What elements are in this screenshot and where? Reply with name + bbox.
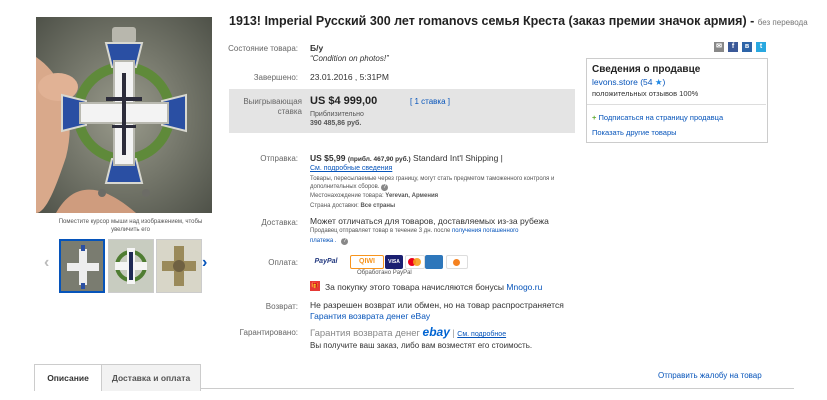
item-title: 1913! Imperial Русский 300 лет romanovs …	[229, 14, 755, 28]
returns-label: Возврат:	[265, 302, 298, 311]
subscribe-seller-row[interactable]: + Подписаться на страницу продавца	[592, 113, 723, 122]
subscribe-seller-link[interactable]: Подписаться на страницу продавца	[598, 113, 723, 122]
delivery-line2: Продавец отправляет товар в течение 3 дн…	[310, 228, 519, 234]
seller-info-heading: Сведения о продавце	[592, 64, 701, 75]
thumbnail-image	[157, 240, 201, 292]
tab-shipping-payment[interactable]: Доставка и оплата	[101, 364, 201, 391]
winning-bid-price: US $4 999,00	[310, 95, 378, 107]
ebay-guarantee-link[interactable]: Гарантия возврата денег eBay	[310, 311, 430, 321]
thumbnail-image	[109, 240, 153, 292]
winning-bid-label: Выигрывающая ставка	[230, 97, 302, 117]
paypal-logo: PayPal	[314, 258, 338, 265]
delivery-line3: платежа . ?	[310, 238, 349, 245]
location-value: Yerevan, Армения	[385, 193, 439, 199]
location-label: Местонахождение товара:	[310, 193, 384, 199]
star-icon: ★	[654, 77, 663, 87]
vk-share-icon[interactable]: в	[742, 42, 752, 52]
discover-logo	[446, 255, 468, 269]
seller-name-link[interactable]: levons.store	[592, 77, 638, 87]
ended-value: 23.01.2016 , 5:31PM	[310, 72, 389, 82]
returns-line1: Не разрешен возврат или обмен, но на тов…	[310, 300, 564, 310]
help-icon[interactable]: ?	[341, 238, 349, 245]
delivery-label: Доставка:	[261, 218, 298, 227]
ebay-logo: ebay	[422, 325, 450, 339]
thumbs-prev-icon[interactable]: ‹	[44, 254, 49, 272]
no-translation-link[interactable]: без перевода	[758, 18, 808, 27]
winning-bid-approx: Приблизительно 390 485,86 руб.	[310, 110, 364, 128]
tab-description[interactable]: Описание	[34, 364, 102, 391]
page-title: 1913! Imperial Русский 300 лет romanovs …	[229, 14, 808, 28]
shipping-price: US $5,99	[310, 153, 346, 163]
twitter-share-icon[interactable]: t	[756, 42, 766, 52]
processed-by-paypal: Обработано PayPal	[357, 270, 412, 276]
delivery-line2-text: Продавец отправляет товар в течение 3 дн…	[310, 228, 451, 234]
seller-divider	[587, 104, 766, 105]
mastercard-logo	[405, 255, 425, 269]
customs-note-text: Товары, пересылаемые через границу, могу…	[310, 176, 555, 190]
customs-note: Товары, пересылаемые через границу, могу…	[310, 175, 585, 191]
guarantee-sep: |	[452, 328, 455, 338]
email-share-icon[interactable]: ✉	[714, 42, 724, 52]
guarantee-text: Гарантия возврата денег	[310, 328, 421, 339]
item-location-row: Местонахождение товара: Yerevan, Армения	[310, 193, 438, 199]
mnogo-icon: 🎁	[310, 281, 320, 291]
facebook-share-icon[interactable]: f	[728, 42, 738, 52]
cleared-payment-link-2[interactable]: платежа .	[310, 238, 337, 244]
shipping-row: US $5,99 (прибл. 467,90 руб.) Standard I…	[310, 153, 503, 163]
guarantee-details-link[interactable]: См. подробное	[457, 331, 506, 338]
shipping-service: Standard Int'l Shipping |	[413, 153, 503, 163]
cleared-payment-link[interactable]: получения погашенного	[452, 228, 519, 234]
shipping-approx: (прибл. 467,90 руб.)	[347, 156, 411, 163]
visa-logo: VISA	[385, 255, 403, 269]
bid-count-link[interactable]: [ 1 ставка ]	[410, 97, 450, 106]
approx-label: Приблизительно	[310, 111, 364, 118]
thumbnail-2[interactable]	[108, 239, 154, 293]
seller-other-items-link[interactable]: Показать другие товары	[592, 128, 677, 137]
qiwi-logo: QIWI	[350, 255, 384, 269]
shipping-details-link[interactable]: См. подробные сведения	[310, 165, 392, 172]
amex-logo	[425, 255, 443, 269]
guarantee-row: Гарантия возврата денег ebay | См. подро…	[310, 325, 506, 339]
shipping-label: Отправка:	[260, 154, 298, 163]
condition-note-text: Condition on photos!	[312, 54, 387, 63]
report-item-link[interactable]: Отправить жалобу на товар	[658, 371, 762, 380]
seller-positive-feedback: положительных отзывов 100%	[592, 89, 699, 98]
photo-zoom-hint: Поместите курсор мыши над изображением, …	[58, 219, 203, 233]
cross-badge-image	[36, 17, 212, 213]
seller-name-row: levons.store (54 ★)	[592, 77, 665, 88]
thumbnail-3[interactable]	[156, 239, 202, 293]
condition-label: Состояние товара:	[228, 44, 298, 53]
help-icon[interactable]: ?	[381, 184, 389, 191]
mnogo-link[interactable]: Mnogo.ru	[506, 282, 542, 292]
winning-bid-label-1: Выигрывающая	[243, 97, 302, 106]
thumbs-next-icon[interactable]: ›	[202, 254, 207, 272]
winning-bid-label-2: ставка	[277, 107, 302, 116]
condition-value: Б/у	[310, 43, 324, 53]
bonus-text: За покупку этого товара начисляются бону…	[325, 282, 505, 292]
delivery-line1: Может отличаться для товаров, доставляем…	[310, 216, 549, 226]
ship-to-label: Страна доставки:	[310, 203, 359, 209]
guarantee-label: Гарантировано:	[239, 328, 298, 337]
plus-icon: +	[592, 113, 597, 122]
approx-value: 390 485,86 руб.	[310, 120, 362, 127]
main-product-photo[interactable]	[36, 17, 212, 213]
seller-score-close: )	[662, 77, 666, 87]
thumbnail-1[interactable]	[59, 239, 105, 293]
guarantee-line2: Вы получите ваш заказ, либо вам возместя…	[310, 341, 533, 350]
ship-to-row: Страна доставки: Все страны	[310, 203, 395, 209]
condition-note: “Condition on photos!”	[310, 54, 389, 63]
ship-to-value: Все страны	[360, 203, 396, 209]
thumbnail-image	[61, 241, 103, 291]
ended-label: Завершено:	[253, 73, 298, 82]
seller-score[interactable]: (54	[640, 77, 652, 87]
bonus-row: За покупку этого товара начисляются бону…	[325, 282, 542, 292]
payment-label: Оплата:	[268, 258, 298, 267]
